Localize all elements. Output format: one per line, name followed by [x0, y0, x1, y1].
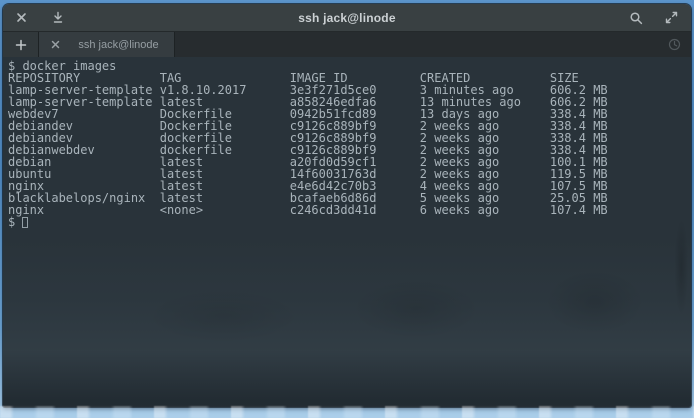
titlebar: ssh jack@linode [3, 4, 691, 32]
pulldown-icon[interactable] [50, 10, 66, 26]
terminal-screen[interactable]: $ docker images REPOSITORY TAG IMAGE ID … [3, 57, 691, 407]
terminal-output: $ docker images REPOSITORY TAG IMAGE ID … [3, 57, 691, 407]
window-title: ssh jack@linode [66, 11, 628, 25]
terminal-text: $ docker images REPOSITORY TAG IMAGE ID … [8, 59, 608, 229]
tab-close-icon[interactable] [49, 39, 61, 51]
history-clock-icon[interactable] [657, 32, 691, 57]
fullscreen-icon[interactable] [663, 10, 679, 26]
titlebar-right-controls [628, 10, 679, 26]
terminal-cursor [22, 217, 28, 228]
tab-bar: ssh jack@linode [3, 32, 691, 57]
tab-label: ssh jack@linode [73, 39, 164, 51]
desktop-wallpaper: ssh jack@linode [0, 0, 694, 418]
tabbar-spacer [175, 32, 657, 57]
close-icon[interactable] [13, 10, 29, 26]
titlebar-left-controls [13, 10, 66, 26]
tab-ssh-jack-linode[interactable]: ssh jack@linode [39, 32, 175, 57]
new-tab-button[interactable] [3, 32, 39, 57]
terminal-window: ssh jack@linode [3, 4, 691, 407]
search-icon[interactable] [628, 10, 644, 26]
plus-icon [15, 39, 27, 51]
